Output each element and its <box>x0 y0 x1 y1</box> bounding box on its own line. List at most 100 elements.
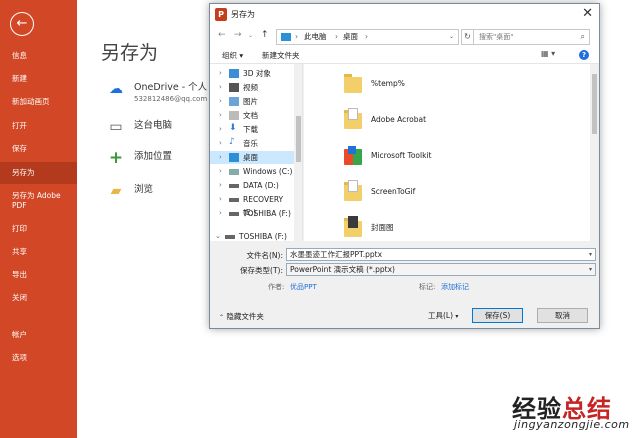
breadcrumb-this-pc[interactable]: 此电脑 <box>304 30 327 44</box>
tree-item-toshiba-f[interactable]: ⌄ TOSHIBA (F:) <box>210 230 294 241</box>
file-list-scrollbar-thumb[interactable] <box>592 74 597 134</box>
this-pc-label: 这台电脑 <box>134 120 173 131</box>
music-note-icon: ♪ <box>229 137 235 147</box>
drive-icon <box>229 184 239 188</box>
author-value[interactable]: 优品PPT <box>290 282 317 292</box>
file-item-temp[interactable]: %temp% <box>344 69 405 97</box>
savetype-value: PowerPoint 演示文稿 (*.pptx) <box>290 265 395 274</box>
place-browse[interactable]: ▰ 浏览 <box>107 183 153 199</box>
tree-item-music[interactable]: › ♪ 音乐 <box>210 137 294 150</box>
cancel-button[interactable]: 取消 <box>537 308 588 323</box>
help-icon[interactable]: ? <box>579 50 589 60</box>
tree-item-drive-f[interactable]: › TOSHIBA (F:) <box>210 207 294 220</box>
chevron-down-icon[interactable]: ▾ <box>589 249 592 260</box>
tags-value[interactable]: 添加标记 <box>441 282 469 292</box>
tree-item-documents[interactable]: › 文档 <box>210 109 294 122</box>
tree-item-drive-e[interactable]: › RECOVERY (E:) <box>210 193 294 217</box>
tree-item-3d-objects[interactable]: › 3D 对象 <box>210 67 294 80</box>
address-bar[interactable]: › 此电脑 › 桌面 › ⌄ <box>276 29 459 45</box>
place-add-location[interactable]: + 添加位置 <box>107 148 173 168</box>
chevron-down-icon[interactable]: ⌄ <box>248 32 253 39</box>
image-folder-icon <box>344 216 362 238</box>
nav-info[interactable]: 信息 <box>0 51 77 61</box>
new-folder-button[interactable]: 新建文件夹 <box>262 50 300 61</box>
file-item-adobe-acrobat[interactable]: Adobe Acrobat <box>344 105 426 133</box>
hide-folders-label: 隐藏文件夹 <box>226 312 264 321</box>
place-onedrive[interactable]: ☁ OneDrive - 个人 532812486@qq.com <box>107 81 207 104</box>
tree-scrollbar[interactable] <box>294 64 302 241</box>
nav-save-as-adobe-pdf[interactable]: 另存为 Adobe PDF <box>0 191 77 211</box>
tree-item-pictures[interactable]: › 图片 <box>210 95 294 108</box>
computer-icon: ▭ <box>109 119 123 135</box>
back-icon[interactable]: ← <box>218 30 226 40</box>
back-arrow-icon[interactable]: ← <box>10 12 34 36</box>
drive-icon <box>229 212 239 216</box>
address-row: ← → ⌄ ↑ › 此电脑 › 桌面 › ⌄ ↻ 搜索"桌面" ⌕ <box>210 26 599 46</box>
nav-save[interactable]: 保存 <box>0 144 77 154</box>
backstage-sidebar: ← 信息 新建 新加动画页 打开 保存 另存为 另存为 Adobe PDF 打印… <box>0 0 77 438</box>
watermark-url: jingyanzongjie.com <box>514 418 630 431</box>
nav-account[interactable]: 帐户 <box>0 330 77 340</box>
tools-label: 工具(L) <box>428 311 454 320</box>
nav-save-as[interactable]: 另存为 <box>0 162 77 184</box>
tree-item-videos[interactable]: › 视频 <box>210 81 294 94</box>
filename-label: 文件名(N): <box>246 251 284 260</box>
tree-item-drive-c[interactable]: › Windows (C:) <box>210 165 294 178</box>
dialog-toolbar: 组织 ▾ 新建文件夹 ▦ ▾ ? <box>210 46 599 64</box>
document-icon <box>229 111 239 120</box>
drive-icon <box>229 169 239 175</box>
search-input[interactable]: 搜索"桌面" ⌕ <box>473 29 590 45</box>
download-icon: ⬇ <box>229 123 237 133</box>
address-dropdown-icon[interactable]: ⌄ <box>449 30 454 44</box>
dialog-title: 另存为 <box>231 10 255 19</box>
nav-new-animation-page[interactable]: 新加动画页 <box>0 97 77 107</box>
up-arrow-icon[interactable]: ↑ <box>261 30 269 40</box>
filename-field[interactable]: 水墨墨迹工作汇报PPT.pptx ▾ <box>286 248 596 261</box>
tree-item-drive-d[interactable]: › DATA (D:) <box>210 179 294 192</box>
save-form: 文件名(N): 水墨墨迹工作汇报PPT.pptx ▾ 保存类型(T): Powe… <box>210 241 599 291</box>
savetype-label: 保存类型(T): <box>240 266 283 275</box>
file-list-scrollbar[interactable] <box>590 64 599 241</box>
savetype-select[interactable]: PowerPoint 演示文稿 (*.pptx) ▾ <box>286 263 596 276</box>
nav-close[interactable]: 关闭 <box>0 293 77 303</box>
file-list: %temp% Adobe Acrobat Microsoft Toolkit S… <box>304 64 599 241</box>
office-toolkit-icon <box>344 144 362 166</box>
file-item-cover-image[interactable]: 封面图 <box>344 213 394 241</box>
tools-button[interactable]: 工具(L) ▾ <box>428 310 458 321</box>
organize-button[interactable]: 组织 ▾ <box>222 50 243 61</box>
place-this-pc[interactable]: ▭ 这台电脑 <box>107 119 172 135</box>
folder-icon <box>344 108 362 130</box>
tree-item-desktop[interactable]: › 桌面 <box>210 151 294 164</box>
breadcrumb-desktop[interactable]: 桌面 <box>343 30 358 44</box>
add-place-label: 添加位置 <box>134 151 173 162</box>
onedrive-label: OneDrive - 个人 <box>134 82 208 93</box>
view-options-icon[interactable]: ▦ ▾ <box>541 49 555 58</box>
dialog-bottombar: ⌃ 隐藏文件夹 工具(L) ▾ 保存(S) 取消 <box>210 300 599 328</box>
nav-share[interactable]: 共享 <box>0 247 77 257</box>
picture-icon <box>229 97 239 106</box>
nav-options[interactable]: 选项 <box>0 353 77 363</box>
nav-export[interactable]: 导出 <box>0 270 77 280</box>
nav-new[interactable]: 新建 <box>0 74 77 84</box>
nav-open[interactable]: 打开 <box>0 121 77 131</box>
file-item-microsoft-toolkit[interactable]: Microsoft Toolkit <box>344 141 431 169</box>
cloud-icon: ☁ <box>109 81 123 97</box>
folder-icon: ▰ <box>110 183 122 199</box>
forward-icon[interactable]: → <box>234 30 242 40</box>
save-button[interactable]: 保存(S) <box>472 308 523 323</box>
browse-label: 浏览 <box>134 184 154 195</box>
pc-icon <box>281 33 291 41</box>
file-item-screentogif[interactable]: ScreenToGif <box>344 177 415 205</box>
tree-item-downloads[interactable]: › ⬇ 下载 <box>210 123 294 136</box>
hide-folders-button[interactable]: ⌃ 隐藏文件夹 <box>219 311 264 322</box>
dialog-titlebar: P 另存为 ✕ <box>210 4 599 26</box>
close-icon[interactable]: ✕ <box>582 6 593 21</box>
author-label: 作者: <box>268 283 285 291</box>
chevron-up-icon: ⌃ <box>219 314 225 321</box>
nav-print[interactable]: 打印 <box>0 224 77 234</box>
chevron-down-icon[interactable]: ▾ <box>589 264 592 275</box>
powerpoint-icon: P <box>215 8 227 21</box>
tree-scrollbar-thumb[interactable] <box>296 116 301 162</box>
powerpoint-backstage: ← 信息 新建 新加动画页 打开 保存 另存为 另存为 Adobe PDF 打印… <box>0 0 640 438</box>
plus-icon: + <box>108 148 124 168</box>
